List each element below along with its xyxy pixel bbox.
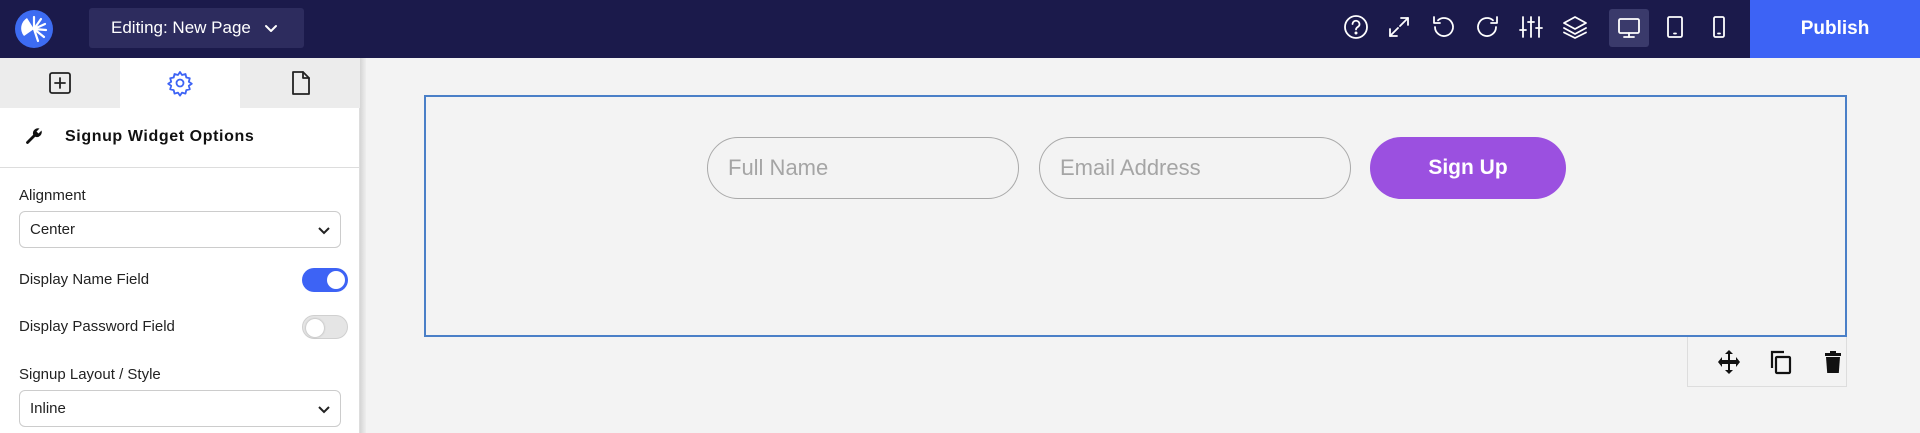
chevron-down-icon: [318, 406, 330, 414]
expand-icon[interactable]: [1383, 11, 1415, 43]
desktop-view-icon[interactable]: [1609, 9, 1649, 47]
add-icon: [49, 72, 71, 94]
sidebar-tabs: [0, 58, 360, 108]
layout-select[interactable]: Inline: [19, 390, 341, 427]
full-name-input[interactable]: Full Name: [707, 137, 1019, 199]
undo-icon[interactable]: [1427, 11, 1459, 43]
layout-value: Inline: [30, 400, 66, 417]
chevron-down-icon: [264, 25, 277, 32]
help-icon[interactable]: [1340, 11, 1372, 43]
widget-toolbar: [1687, 337, 1847, 387]
display-password-label: Display Password Field: [19, 318, 175, 335]
wrench-icon: [26, 128, 42, 144]
toggle-knob: [306, 319, 324, 337]
signup-widget[interactable]: Full Name Email Address Sign Up: [424, 95, 1847, 337]
sliders-icon[interactable]: [1515, 11, 1547, 43]
email-input[interactable]: Email Address: [1039, 137, 1351, 199]
editing-page-dropdown[interactable]: Editing: New Page: [89, 8, 304, 48]
layers-icon[interactable]: [1559, 11, 1591, 43]
options-title: Signup Widget Options: [65, 128, 255, 145]
sign-up-button[interactable]: Sign Up: [1370, 137, 1566, 199]
page-icon: [292, 71, 310, 95]
options-sidebar: Signup Widget Options Alignment Center D…: [0, 58, 360, 433]
move-icon[interactable]: [1714, 347, 1744, 377]
duplicate-icon[interactable]: [1766, 347, 1796, 377]
toggle-knob: [327, 271, 345, 289]
redo-icon[interactable]: [1472, 11, 1504, 43]
mobile-view-icon[interactable]: [1703, 11, 1735, 43]
delete-icon[interactable]: [1818, 347, 1848, 377]
chevron-down-icon: [318, 227, 330, 235]
tab-page[interactable]: [240, 58, 360, 108]
gear-icon: [167, 71, 193, 97]
display-name-toggle[interactable]: [302, 268, 348, 292]
publish-button[interactable]: Publish: [1750, 0, 1920, 58]
options-header: Signup Widget Options: [0, 108, 360, 168]
tab-add-elements[interactable]: [0, 58, 120, 108]
editing-label: Editing: New Page: [111, 18, 251, 37]
alignment-label: Alignment: [19, 187, 86, 204]
logo-icon[interactable]: [15, 10, 53, 48]
display-name-label: Display Name Field: [19, 271, 150, 288]
layout-label: Signup Layout / Style: [19, 366, 161, 383]
top-bar: Editing: New Page Publish: [0, 0, 1920, 58]
display-password-toggle[interactable]: [302, 315, 348, 339]
alignment-select[interactable]: Center: [19, 211, 341, 248]
tab-settings[interactable]: [120, 58, 240, 108]
alignment-value: Center: [30, 221, 76, 238]
tablet-view-icon[interactable]: [1659, 11, 1691, 43]
